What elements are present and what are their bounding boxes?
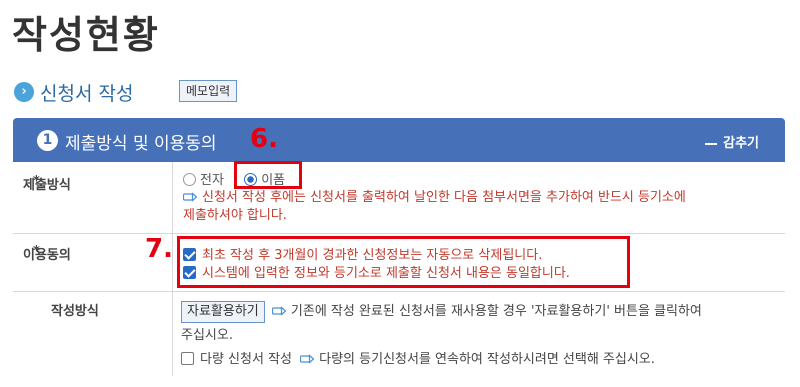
- arrow-right-icon: [183, 192, 197, 202]
- arrow-right-icon: [271, 306, 286, 316]
- annotation-6: 6.: [250, 124, 278, 154]
- consent-label-text: 이용동의: [23, 248, 71, 263]
- submission-method-row: * 제출방식 전자 이폼 신청서 작성 후에는 신청서를 출력하여 날인한 다음 …: [13, 162, 785, 234]
- required-marker: *: [33, 244, 40, 259]
- memo-input-button[interactable]: 메모입력: [179, 80, 238, 102]
- multi-write-text: 다량의 등기신청서를 연속하여 작성하시려면 선택해 주십시오.: [319, 352, 655, 367]
- chevron-right-icon: ›: [14, 82, 34, 102]
- required-marker: *: [33, 174, 40, 189]
- multi-write-line: 다량 신청서 작성 다량의 등기신청서를 연속하여 작성하시려면 선택해 주십시…: [181, 348, 655, 367]
- annotation-7: 7.: [145, 234, 173, 264]
- submission-method-label-cell: * 제출방식: [13, 162, 173, 233]
- arrow-right-icon: [300, 354, 315, 364]
- annotation-box-6: [234, 161, 302, 189]
- submission-method-label: * 제출방식: [23, 174, 71, 193]
- collapse-button[interactable]: 감추기: [705, 132, 759, 151]
- reuse-text-line2: 주십시오.: [181, 328, 233, 343]
- section-header: › 신청서 작성: [14, 78, 133, 106]
- collapse-label: 감추기: [723, 136, 759, 151]
- submission-notice-line1: 신청서 작성 후에는 신청서를 출력하여 날인한 다음 첨부서면을 추가하여 반…: [202, 190, 686, 205]
- panel-header: 1 제출방식 및 이용동의 감추기: [13, 118, 785, 162]
- radio-electronic[interactable]: [183, 173, 196, 186]
- minus-icon: [705, 142, 718, 145]
- annotation-box-7: [177, 236, 630, 288]
- reuse-text-line1: 기존에 작성 완료된 신청서를 재사용할 경우 '자료활용하기' 버튼을 클릭하…: [290, 304, 702, 319]
- writing-method-label: 작성방식: [51, 304, 99, 319]
- consent-label: * 이용동의: [23, 244, 71, 263]
- writing-method-content: 자료활용하기 기존에 작성 완료된 신청서를 재사용할 경우 '자료활용하기' …: [181, 292, 777, 376]
- step-number-badge: 1: [37, 130, 58, 151]
- submission-notice: 신청서 작성 후에는 신청서를 출력하여 날인한 다음 첨부서면을 추가하여 반…: [183, 189, 686, 225]
- submission-notice-line2: 제출하셔야 합니다.: [183, 208, 287, 223]
- radio-electronic-label: 전자: [200, 173, 224, 188]
- multi-write-label[interactable]: 다량 신청서 작성: [200, 352, 292, 367]
- section-title: 신청서 작성: [40, 82, 134, 105]
- reuse-line: 자료활용하기 기존에 작성 완료된 신청서를 재사용할 경우 '자료활용하기' …: [181, 300, 702, 323]
- writing-method-row: 작성방식 자료활용하기 기존에 작성 완료된 신청서를 재사용할 경우 '자료활…: [13, 292, 785, 376]
- panel-title: 제출방식 및 이용동의: [65, 134, 217, 154]
- multi-write-checkbox[interactable]: [181, 352, 194, 365]
- page-title: 작성현황: [12, 13, 160, 57]
- reuse-data-button[interactable]: 자료활용하기: [181, 300, 265, 323]
- submission-method-label-text: 제출방식: [23, 178, 71, 193]
- writing-method-label-cell: 작성방식: [27, 292, 173, 376]
